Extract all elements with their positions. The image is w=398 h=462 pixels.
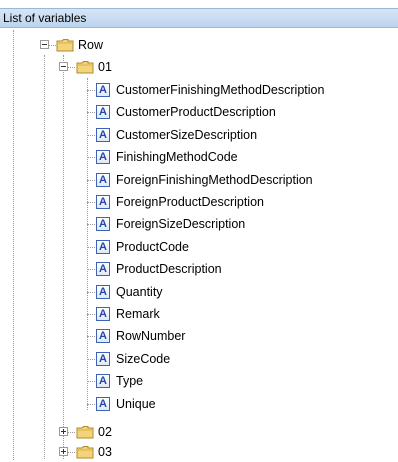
variable-label: CustomerSizeDescription xyxy=(116,127,258,142)
variable-a-icon: A xyxy=(96,217,110,232)
tree-node-row[interactable]: Row xyxy=(56,36,103,54)
variable-a-icon: A xyxy=(96,396,110,411)
tree-node-03[interactable]: 03 xyxy=(76,443,112,461)
variable-label: Type xyxy=(116,374,144,389)
variable-a-icon: A xyxy=(96,374,110,389)
variable-a-icon: A xyxy=(96,307,110,321)
variable-label: RowNumber xyxy=(116,329,186,344)
tree-guide-line xyxy=(13,30,14,460)
tree-node-02[interactable]: 02 xyxy=(76,423,112,441)
variable-label: FinishingMethodCode xyxy=(116,150,238,165)
variable-label: Unique xyxy=(116,396,156,411)
variable-a-icon: A xyxy=(96,105,110,120)
tree-item-variable[interactable]: A CustomerSizeDescription xyxy=(96,126,257,144)
variable-a-icon: A xyxy=(96,83,110,97)
variable-a-icon: A xyxy=(96,329,110,344)
variable-label: ForeignProductDescription xyxy=(116,195,264,209)
variable-a-icon: A xyxy=(96,195,110,209)
tree-item-variable[interactable]: A SizeCode xyxy=(96,350,170,368)
folder-icon xyxy=(56,38,74,52)
tree-item-variable[interactable]: A RowNumber xyxy=(96,327,185,345)
tree-item-variable[interactable]: A ForeignSizeDescription xyxy=(96,215,245,233)
variable-label: CustomerProductDescription xyxy=(116,105,276,120)
variable-a-icon: A xyxy=(96,284,110,299)
tree-item-variable[interactable]: A Remark xyxy=(96,305,160,323)
tree-node-label: 03 xyxy=(98,445,112,459)
variable-label: ForeignFinishingMethodDescription xyxy=(116,172,313,187)
tree-item-variable[interactable]: A CustomerProductDescription xyxy=(96,103,276,121)
variable-a-icon: A xyxy=(96,351,110,366)
tree-item-variable[interactable]: A Quantity xyxy=(96,283,163,301)
tree-node-label: 02 xyxy=(98,425,112,439)
panel-title-bar: List of variables xyxy=(0,8,398,28)
expand-03-toggle[interactable] xyxy=(59,447,68,456)
variable-label: ProductDescription xyxy=(116,262,222,277)
folder-icon xyxy=(76,425,94,439)
tree-node-label: Row xyxy=(78,38,104,52)
tree-item-variable[interactable]: A ForeignFinishingMethodDescription xyxy=(96,171,313,189)
collapse-row-toggle[interactable] xyxy=(40,40,49,49)
folder-icon xyxy=(76,445,94,459)
tree-node-01[interactable]: 01 xyxy=(76,58,112,76)
tree-guide-line xyxy=(44,55,45,459)
tree-item-variable[interactable]: A ProductDescription xyxy=(96,260,222,278)
variable-label: SizeCode xyxy=(116,351,171,366)
variable-label: Remark xyxy=(116,307,160,321)
variable-label: CustomerFinishingMethodDescription xyxy=(116,83,325,97)
expand-02-toggle[interactable] xyxy=(59,427,68,436)
tree-guide-line xyxy=(63,55,64,459)
tree-item-variable[interactable]: A CustomerFinishingMethodDescription xyxy=(96,81,324,99)
variable-a-icon: A xyxy=(96,172,110,187)
variable-a-icon: A xyxy=(96,262,110,277)
tree-node-label: 01 xyxy=(98,60,112,74)
variable-label: ForeignSizeDescription xyxy=(116,217,246,232)
variable-label: Quantity xyxy=(116,284,163,299)
tree-item-variable[interactable]: A FinishingMethodCode xyxy=(96,148,238,166)
collapse-01-toggle[interactable] xyxy=(59,62,68,71)
variable-label: ProductCode xyxy=(116,239,189,254)
variable-a-icon: A xyxy=(96,127,110,142)
variable-a-icon: A xyxy=(96,150,110,165)
tree-guide-line xyxy=(87,78,88,410)
tree-item-variable[interactable]: A ForeignProductDescription xyxy=(96,193,264,211)
variable-a-icon: A xyxy=(96,239,110,254)
tree-item-variable[interactable]: A ProductCode xyxy=(96,238,189,256)
tree-item-variable[interactable]: A Unique xyxy=(96,395,156,413)
tree-item-variable[interactable]: A Type xyxy=(96,372,143,390)
panel-title: List of variables xyxy=(3,11,87,25)
variables-panel: List of variables Row 01 A CustomerFinishin… xyxy=(0,0,398,461)
folder-icon xyxy=(76,60,94,74)
